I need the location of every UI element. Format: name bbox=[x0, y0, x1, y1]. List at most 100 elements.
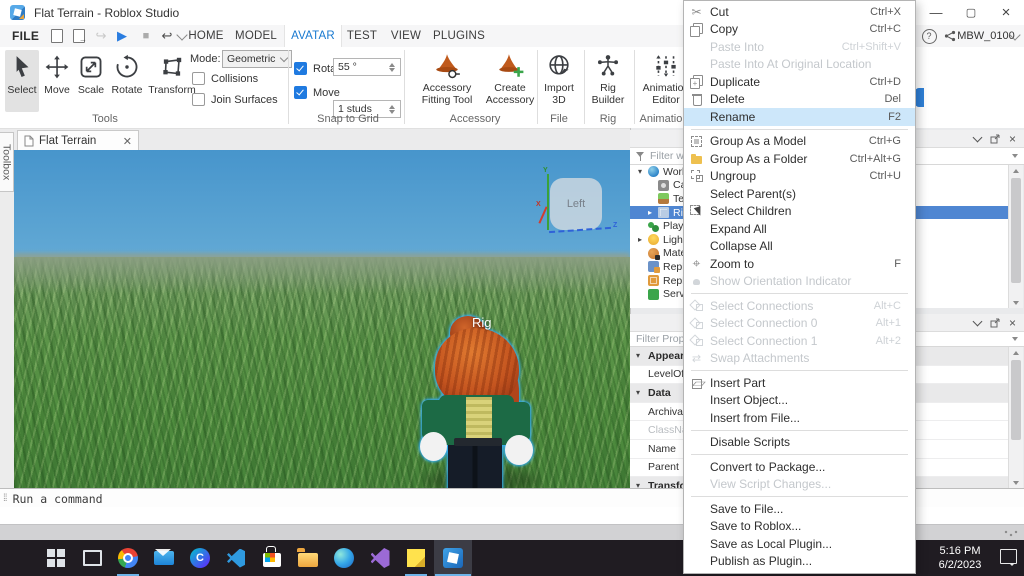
menu-item-save-to-roblox[interactable]: Save to Roblox... bbox=[684, 518, 915, 536]
rotate-tool-button[interactable]: Rotate bbox=[109, 50, 145, 112]
menu-item-select-parents[interactable]: Select Parent(s) bbox=[684, 185, 915, 203]
menu-item-zoom-to[interactable]: Zoom toF bbox=[684, 255, 915, 273]
close-panel-icon[interactable]: × bbox=[1009, 318, 1016, 328]
menu-item-save-as-local-plugin[interactable]: Save as Local Plugin... bbox=[684, 535, 915, 553]
resize-grip-icon[interactable] bbox=[1004, 530, 1018, 538]
expand-arrow-icon[interactable] bbox=[638, 167, 647, 176]
taskbar-vscode-button[interactable] bbox=[218, 540, 254, 576]
drag-handle-icon[interactable]: ⁞⁞ bbox=[3, 493, 7, 504]
taskbar-clock[interactable]: 5:16 PM 6/2/2023 bbox=[924, 544, 996, 572]
scale-tool-button[interactable]: Scale bbox=[75, 50, 107, 112]
select-tool-button[interactable]: Select bbox=[5, 50, 39, 112]
tab-plugins[interactable]: PLUGINS bbox=[430, 25, 488, 47]
toolbox-tab[interactable]: Toolbox bbox=[0, 132, 14, 192]
delete-icon bbox=[689, 92, 704, 107]
collisions-checkbox[interactable]: Collisions bbox=[192, 72, 258, 85]
taskbar-chrome-button[interactable] bbox=[110, 540, 146, 576]
help-button[interactable]: ? bbox=[920, 25, 938, 47]
scroll-down-icon[interactable] bbox=[1009, 297, 1023, 308]
explorer-scrollbar[interactable] bbox=[1008, 165, 1023, 308]
menu-item-convert-to-package[interactable]: Convert to Package... bbox=[684, 458, 915, 476]
menu-item-delete[interactable]: DeleteDel bbox=[684, 91, 915, 109]
menu-item-ungroup[interactable]: UngroupCtrl+U bbox=[684, 168, 915, 186]
collapse-arrow-icon[interactable] bbox=[648, 208, 657, 217]
expand-arrow-icon[interactable] bbox=[636, 388, 645, 397]
file-menu[interactable]: FILE bbox=[12, 25, 39, 47]
taskbar-sticky-notes-button[interactable] bbox=[398, 540, 434, 576]
account-dropdown[interactable] bbox=[1010, 25, 1020, 47]
taskbar-store-button[interactable] bbox=[254, 540, 290, 576]
taskbar-task-view-button[interactable] bbox=[74, 540, 110, 576]
rig-builder-button[interactable]: Rig Builder bbox=[586, 50, 630, 106]
taskbar-roblox-studio-button[interactable] bbox=[434, 540, 472, 576]
snap-move-checkbox[interactable]: Move bbox=[294, 86, 340, 99]
tab-home[interactable]: HOME bbox=[184, 25, 228, 47]
move-tool-button[interactable]: Move bbox=[41, 50, 73, 112]
taskbar-visual-studio-button[interactable] bbox=[362, 540, 398, 576]
chevron-down-icon[interactable] bbox=[973, 132, 983, 142]
rotate-icon bbox=[114, 50, 140, 84]
undock-icon[interactable] bbox=[990, 318, 1000, 328]
play-button[interactable]: ▶ bbox=[113, 25, 131, 47]
menu-item-cut[interactable]: CutCtrl+X bbox=[684, 3, 915, 21]
menu-item-insert-object[interactable]: Insert Object... bbox=[684, 392, 915, 410]
scroll-up-icon[interactable] bbox=[1009, 165, 1023, 176]
mode-dropdown[interactable]: Geometric bbox=[222, 50, 292, 68]
tab-test[interactable]: TEST bbox=[342, 25, 382, 47]
close-button[interactable]: × bbox=[990, 0, 1022, 25]
close-panel-icon[interactable]: × bbox=[1009, 134, 1016, 144]
snap-rotate-field[interactable]: 55 ° bbox=[333, 58, 401, 76]
account-menu[interactable]: MBW_0100 bbox=[961, 25, 1011, 47]
expand-arrow-icon[interactable] bbox=[636, 351, 645, 360]
menu-item-copy[interactable]: CopyCtrl+C bbox=[684, 21, 915, 39]
menu-item-select-children[interactable]: Select Children bbox=[684, 203, 915, 221]
menu-item-group-as-model[interactable]: Group As a ModelCtrl+G bbox=[684, 133, 915, 151]
document-tab-flat-terrain[interactable]: Flat Terrain ✕ bbox=[17, 130, 139, 151]
menu-item-disable-scripts[interactable]: Disable Scripts bbox=[684, 434, 915, 452]
menu-item-insert-from-file[interactable]: Insert from File... bbox=[684, 409, 915, 427]
close-tab-icon[interactable]: ✕ bbox=[123, 135, 132, 148]
scrollbar-thumb[interactable] bbox=[1011, 360, 1021, 440]
properties-scrollbar[interactable] bbox=[1008, 347, 1023, 488]
taskbar-start-button[interactable] bbox=[38, 540, 74, 576]
menu-item-group-as-folder[interactable]: Group As a FolderCtrl+Alt+G bbox=[684, 150, 915, 168]
taskbar-mail-button[interactable] bbox=[146, 540, 182, 576]
menu-item-publish-as-plugin[interactable]: Publish as Plugin... bbox=[684, 553, 915, 571]
username: MBW_0100 bbox=[957, 30, 1014, 42]
snap-move-label: Move bbox=[313, 87, 340, 99]
collapse-arrow-icon[interactable] bbox=[638, 235, 647, 244]
new-file-button[interactable] bbox=[48, 25, 66, 47]
3d-viewport[interactable]: Rig Left Y X Z bbox=[14, 150, 630, 488]
chevron-down-icon[interactable] bbox=[973, 316, 983, 326]
scroll-down-icon[interactable] bbox=[1009, 477, 1023, 488]
import-3d-button[interactable]: Import 3D bbox=[539, 50, 579, 106]
tab-avatar[interactable]: AVATAR bbox=[284, 25, 342, 47]
maximize-button[interactable]: ▢ bbox=[955, 0, 987, 25]
scroll-up-icon[interactable] bbox=[1009, 347, 1023, 358]
view-selector-cube[interactable]: Left bbox=[550, 178, 602, 230]
menu-item-expand-all[interactable]: Expand All bbox=[684, 220, 915, 238]
redo-button[interactable]: ↪ bbox=[92, 25, 110, 47]
menu-item-duplicate[interactable]: DuplicateCtrl+D bbox=[684, 73, 915, 91]
taskbar-file-explorer-button[interactable] bbox=[290, 540, 326, 576]
taskbar-edge-button[interactable] bbox=[326, 540, 362, 576]
join-surfaces-checkbox[interactable]: Join Surfaces bbox=[192, 93, 278, 106]
accessory-fitting-tool-button[interactable]: Accessory Fitting Tool bbox=[414, 50, 480, 106]
menu-item-save-to-file[interactable]: Save to File... bbox=[684, 500, 915, 518]
scrollbar-thumb[interactable] bbox=[1011, 178, 1021, 283]
open-file-button[interactable]: → bbox=[70, 25, 88, 47]
action-center-icon[interactable] bbox=[1000, 549, 1017, 564]
minimize-button[interactable]: — bbox=[920, 0, 952, 25]
menu-item-collapse-all[interactable]: Collapse All bbox=[684, 238, 915, 256]
undo-button[interactable]: ↩ bbox=[158, 25, 176, 47]
create-accessory-button[interactable]: Create Accessory bbox=[482, 50, 538, 106]
menu-item-rename[interactable]: RenameF2 bbox=[684, 108, 915, 126]
tab-view[interactable]: VIEW bbox=[384, 25, 428, 47]
toolbox-label: Toolbox bbox=[1, 144, 13, 180]
stop-button[interactable]: ■ bbox=[137, 25, 155, 47]
import-3d-label: Import 3D bbox=[539, 82, 579, 106]
menu-item-insert-part[interactable]: Insert Part bbox=[684, 374, 915, 392]
undock-icon[interactable] bbox=[990, 134, 1000, 144]
tab-model[interactable]: MODEL bbox=[230, 25, 282, 47]
taskbar-canva-button[interactable]: C bbox=[182, 540, 218, 576]
